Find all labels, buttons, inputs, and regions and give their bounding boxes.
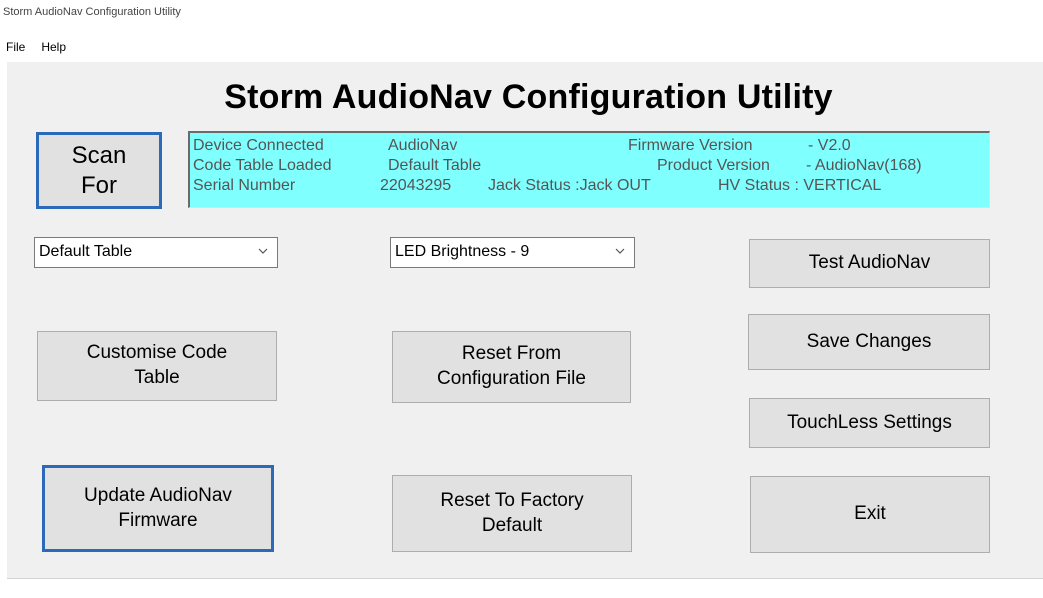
update-button-line1: Update AudioNav [84, 484, 232, 506]
reset-from-config-button[interactable]: Reset From Configuration File [392, 331, 631, 403]
customise-code-table-button[interactable]: Customise Code Table [37, 331, 277, 401]
update-firmware-button[interactable]: Update AudioNav Firmware [42, 465, 274, 552]
product-version-label: Product Version [657, 157, 770, 174]
led-brightness-select[interactable]: LED Brightness - 9 [390, 237, 635, 268]
product-version-value: - AudioNav(168) [806, 157, 922, 174]
customise-button-line1: Customise Code [86, 342, 228, 364]
scan-button-line1: Scan [71, 141, 127, 169]
device-connected-value: AudioNav [388, 137, 458, 154]
update-button-line2: Firmware [118, 509, 198, 531]
bottom-divider [7, 578, 1043, 579]
test-audionav-button[interactable]: Test AudioNav [749, 239, 990, 288]
code-table-label: Code Table Loaded [193, 157, 332, 174]
firmware-version-value: - V2.0 [808, 137, 851, 154]
customise-button-line2: Table [134, 367, 180, 388]
code-table-select-value: Default Table [39, 243, 133, 260]
exit-button[interactable]: Exit [750, 476, 990, 553]
save-changes-button[interactable]: Save Changes [748, 314, 990, 370]
jack-status: Jack Status :Jack OUT [488, 177, 651, 194]
device-connected-label: Device Connected [193, 137, 324, 154]
reset-to-factory-button[interactable]: Reset To Factory Default [392, 475, 632, 552]
scan-button-line2: For [81, 171, 117, 199]
menu-help[interactable]: Help [41, 36, 66, 60]
menu-file[interactable]: File [6, 36, 25, 60]
main-panel: Storm AudioNav Configuration Utility Sca… [7, 62, 1043, 578]
code-table-select[interactable]: Default Table [34, 237, 278, 268]
serial-number-value: 22043295 [380, 177, 452, 194]
chevron-down-icon [615, 248, 625, 254]
led-brightness-select-value: LED Brightness - 9 [395, 243, 530, 260]
hv-status: HV Status : VERTICAL [718, 177, 882, 194]
window-title: Storm AudioNav Configuration Utility [3, 6, 181, 18]
reset-factory-line2: Default [481, 514, 543, 536]
menu-bar: File Help [0, 36, 1043, 60]
reset-config-line1: Reset From [461, 343, 562, 365]
code-table-value: Default Table [388, 157, 482, 174]
chevron-down-icon [258, 248, 268, 254]
reset-factory-line1: Reset To Factory [440, 489, 584, 511]
scan-for-button[interactable]: Scan For [36, 132, 162, 209]
app-title: Storm AudioNav Configuration Utility [224, 78, 833, 116]
device-info-panel: Device Connected AudioNav Firmware Versi… [188, 131, 990, 208]
reset-config-line2: Configuration File [437, 368, 586, 389]
serial-number-label: Serial Number [193, 177, 296, 194]
firmware-version-label: Firmware Version [628, 137, 753, 154]
touchless-settings-button[interactable]: TouchLess Settings [749, 398, 990, 448]
